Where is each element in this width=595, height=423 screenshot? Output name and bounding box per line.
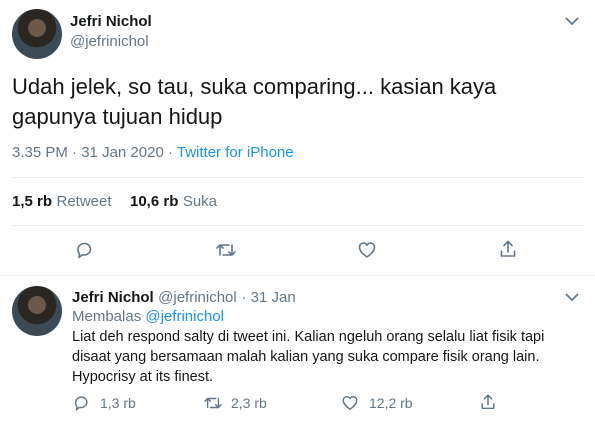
reply-action-reply[interactable]: 1,3 rb [72, 394, 136, 412]
tweet-text-line: Udah jelek, so tau, suka comparing... ka… [12, 74, 497, 99]
reply-avatar[interactable] [12, 286, 62, 336]
likes-stat[interactable]: 10,6 rb Suka [130, 193, 217, 211]
reply-icon[interactable] [74, 240, 94, 260]
replying-to-handle[interactable]: @jefrinichol [145, 308, 224, 325]
reply-action-retweet[interactable]: 2,3 rb [203, 394, 267, 412]
section-separator [0, 275, 595, 276]
retweet-count: 2,3 rb [231, 395, 267, 411]
replying-to: Membalas @jefrinichol [72, 308, 224, 325]
tweet-date[interactable]: 31 Jan 2020 [81, 144, 164, 161]
chevron-down-icon[interactable] [565, 292, 579, 302]
like-count: 12,2 rb [369, 395, 413, 411]
likes-count: 10,6 rb [130, 193, 179, 210]
reply-text-line: disaat yang bersamaan malah kalian yang … [72, 349, 540, 365]
tweet-meta: 3.35 PM · 31 Jan 2020 · Twitter for iPho… [12, 144, 294, 161]
tweet-source-link[interactable]: Twitter for iPhone [177, 144, 294, 161]
tweet-text: Udah jelek, so tau, suka comparing... ka… [12, 72, 496, 132]
reply-icon[interactable] [72, 394, 90, 412]
avatar[interactable] [12, 9, 62, 59]
reply-action-like[interactable]: 12,2 rb [341, 394, 413, 412]
separator-dot: · [167, 144, 173, 161]
reply-text-line: Liat deh respond salty di tweet ini. Kal… [72, 329, 545, 345]
reply-header: Jefri Nichol @jefrinichol · 31 Jan [72, 289, 296, 307]
like-icon[interactable] [357, 240, 377, 260]
share-icon[interactable] [479, 393, 497, 411]
separator-dot: · [241, 289, 247, 306]
retweets-label: Retweet [56, 193, 112, 210]
share-icon[interactable] [498, 239, 518, 259]
retweets-stat[interactable]: 1,5 rb Retweet [12, 193, 112, 211]
reply-text-line: Hypocrisy at its finest. [72, 369, 214, 385]
retweet-icon[interactable] [203, 394, 223, 412]
separator-dot: · [72, 144, 78, 161]
divider [12, 177, 583, 178]
replying-prefix: Membalas [72, 308, 142, 325]
retweets-count: 1,5 rb [12, 193, 53, 210]
tweet-time[interactable]: 3.35 PM [12, 144, 68, 161]
reply-author-name[interactable]: Jefri Nichol [72, 289, 154, 306]
reply-date[interactable]: 31 Jan [251, 289, 296, 306]
divider [12, 225, 583, 226]
author-handle[interactable]: @jefrinichol [70, 33, 149, 50]
reply-count: 1,3 rb [100, 395, 136, 411]
reply-text: Liat deh respond salty di tweet ini. Kal… [72, 327, 587, 387]
chevron-down-icon[interactable] [565, 16, 579, 26]
likes-label: Suka [182, 193, 218, 210]
like-icon[interactable] [341, 394, 359, 412]
retweet-icon[interactable] [215, 240, 237, 260]
author-name[interactable]: Jefri Nichol [70, 13, 152, 30]
reply-author-handle[interactable]: @jefrinichol [158, 289, 237, 306]
tweet-text-line: gapunya tujuan hidup [12, 104, 223, 129]
